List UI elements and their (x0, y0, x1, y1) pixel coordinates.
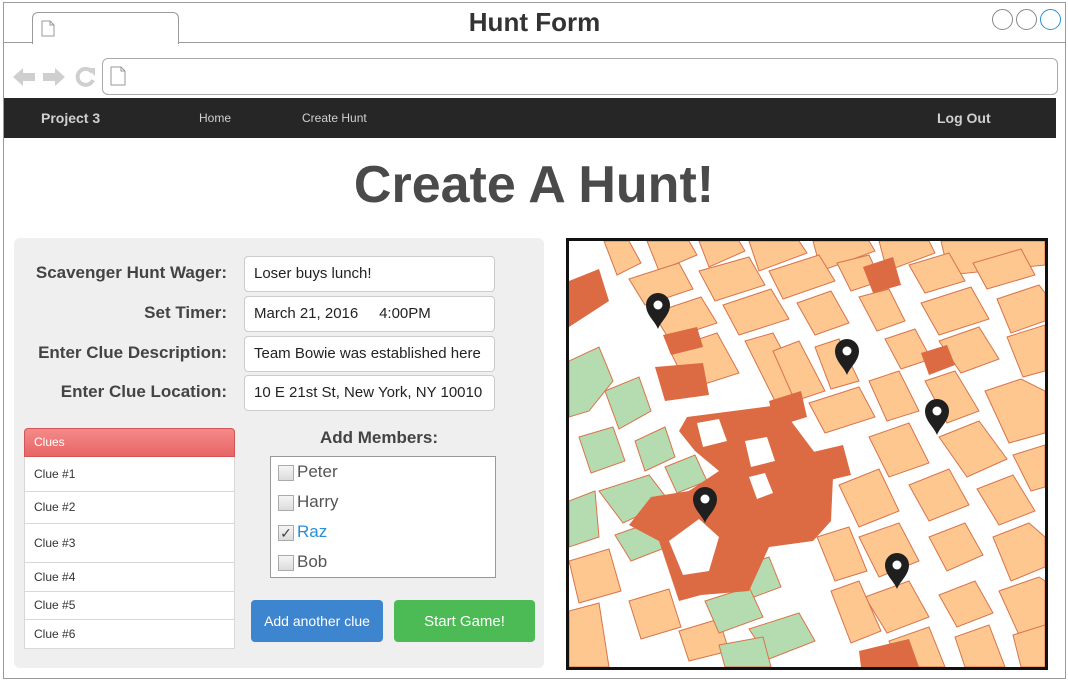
member-name: Raz (297, 522, 328, 541)
clue-description-input[interactable]: Team Bowie was established here (244, 336, 495, 372)
window-minimize-button[interactable] (1016, 9, 1037, 30)
wager-input[interactable]: Loser buys lunch! (244, 256, 495, 292)
map-canvas (569, 241, 1045, 667)
clue-item[interactable]: Clue #4 (24, 563, 235, 592)
timer-label: Set Timer: (144, 303, 227, 322)
clue-item[interactable]: Clue #2 (24, 492, 235, 524)
url-bar[interactable] (102, 58, 1058, 95)
browser-toolbar (4, 44, 1065, 100)
wager-label: Scavenger Hunt Wager: (35, 263, 227, 282)
member-option-peter[interactable]: Peter (271, 461, 495, 491)
site-navbar: Project 3 Home Create Hunt Log Out (4, 98, 1056, 138)
checkbox-checked[interactable]: ✓ (278, 525, 294, 541)
nav-link-create-hunt[interactable]: Create Hunt (302, 98, 367, 138)
member-name: Bob (297, 552, 328, 571)
clue-description-row: Enter Clue Description: Team Bowie was e… (14, 336, 544, 372)
clues-header: Clues (24, 428, 235, 457)
reload-icon[interactable] (74, 66, 96, 88)
checkbox[interactable] (278, 555, 294, 571)
members-title: Add Members: (319, 428, 439, 447)
window-controls (992, 9, 1061, 30)
member-option-raz[interactable]: ✓ Raz (271, 521, 495, 551)
back-arrow-icon[interactable] (12, 66, 36, 88)
window-maximize-button[interactable] (1040, 9, 1061, 30)
member-name: Harry (297, 492, 339, 511)
clue-location-label: Enter Clue Location: (60, 382, 227, 401)
nav-link-home[interactable]: Home (199, 98, 231, 138)
hunt-form-panel: Scavenger Hunt Wager: Loser buys lunch! … (14, 238, 544, 668)
window-close-button[interactable] (992, 9, 1013, 30)
members-listbox[interactable]: Peter Harry ✓ Raz Bob (270, 456, 496, 578)
clue-item[interactable]: Clue #5 (24, 592, 235, 620)
wager-row: Scavenger Hunt Wager: Loser buys lunch! (14, 256, 544, 292)
timer-row: Set Timer: March 21, 2016 4:00PM (14, 296, 544, 332)
navbar-brand[interactable]: Project 3 (41, 98, 100, 138)
tab-strip: Hunt Form (4, 3, 1065, 44)
clue-item[interactable]: Clue #3 (24, 524, 235, 563)
clue-item[interactable]: Clue #1 (24, 457, 235, 492)
clue-item[interactable]: Clue #6 (24, 620, 235, 649)
clue-location-input[interactable]: 10 E 21st St, New York, NY 10010 (244, 375, 495, 411)
start-game-button[interactable]: Start Game! (394, 600, 535, 642)
hunt-map[interactable] (566, 238, 1048, 670)
forward-arrow-icon[interactable] (42, 66, 66, 88)
logout-link[interactable]: Log Out (937, 98, 991, 138)
timer-input[interactable]: March 21, 2016 4:00PM (244, 296, 495, 332)
member-name: Peter (297, 462, 338, 481)
add-clue-button[interactable]: Add another clue (251, 600, 383, 642)
checkbox[interactable] (278, 495, 294, 511)
window-title: Hunt Form (468, 7, 601, 37)
page-icon (110, 66, 126, 86)
page-title: Create A Hunt! (353, 156, 715, 214)
clue-location-row: Enter Clue Location: 10 E 21st St, New Y… (14, 375, 544, 411)
checkbox[interactable] (278, 465, 294, 481)
member-option-bob[interactable]: Bob (271, 551, 495, 581)
clues-list: Clues Clue #1 Clue #2 Clue #3 Clue #4 Cl… (24, 428, 235, 649)
clue-description-label: Enter Clue Description: (38, 343, 227, 362)
member-option-harry[interactable]: Harry (271, 491, 495, 521)
